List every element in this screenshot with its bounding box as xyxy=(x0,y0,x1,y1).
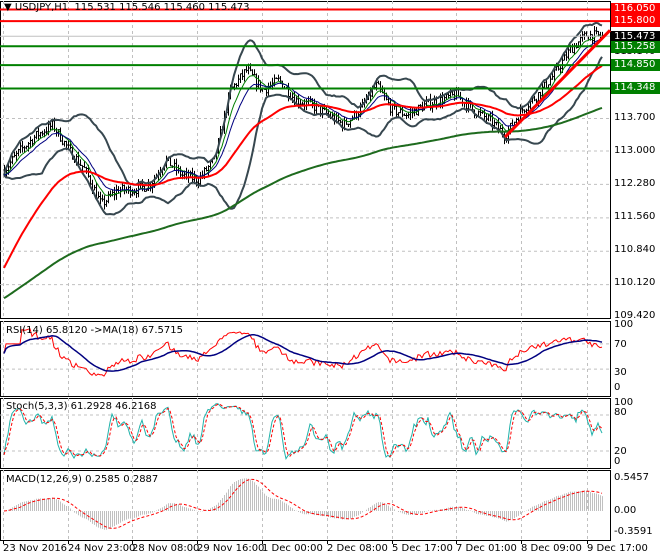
stoch-title: Stoch(5,3,3) 61.2928 46.2168 xyxy=(6,401,157,412)
close-value: 115.473 xyxy=(208,2,250,13)
macd-tick: -0.3591 xyxy=(614,526,653,537)
price-tick: 111.560 xyxy=(614,211,656,222)
rsi-title: RSI(14) 65.8120 ->MA(18) 67.5715 xyxy=(6,325,183,336)
symbol-label: USDJPY,H1 xyxy=(14,2,69,13)
price-tick: 113.700 xyxy=(614,112,656,123)
main-pane-frame xyxy=(0,1,611,319)
time-tick: 1 Dec 00:00 xyxy=(262,543,323,554)
macd-tick: 0.5457 xyxy=(614,472,649,483)
high-value: 115.546 xyxy=(119,2,161,13)
stoch-tick: 0 xyxy=(614,456,621,467)
price-tick: 110.120 xyxy=(614,277,656,288)
time-tick: 5 Dec 17:00 xyxy=(392,543,453,554)
rsi-ma-line xyxy=(3,333,603,372)
time-tick: 23 Nov 2016 xyxy=(3,543,68,554)
macd-title: MACD(12,26,9) 0.2585 0.2887 xyxy=(6,474,159,485)
open-value: 115.531 xyxy=(74,2,116,13)
level-tag-115258: 115.258 xyxy=(611,41,660,53)
time-tick: 7 Dec 01:00 xyxy=(456,543,517,554)
level-tag-114850: 114.850 xyxy=(611,59,660,71)
price-tick: 110.840 xyxy=(614,244,656,255)
time-tick: 29 Nov 16:00 xyxy=(197,543,265,554)
macd-signal-line xyxy=(3,478,603,529)
level-tag-114348: 114.348 xyxy=(611,82,660,94)
time-tick: 8 Dec 09:00 xyxy=(521,543,582,554)
rsi-tick: 0 xyxy=(614,382,621,393)
rsi-tick: 30 xyxy=(614,367,627,378)
low-value: 115.460 xyxy=(163,2,205,13)
time-tick: 9 Dec 17:00 xyxy=(587,543,648,554)
stoch-signal-line xyxy=(3,403,603,458)
rsi-tick: 100 xyxy=(614,319,634,330)
price-tick: 112.280 xyxy=(614,178,656,189)
macd-tick: 0.00 xyxy=(614,505,637,516)
price-tick: 113.000 xyxy=(614,145,656,156)
symbol-header: ▼ USDJPY,H1 115.531 115.546 115.460 115.… xyxy=(4,2,250,13)
time-tick: 28 Nov 08:00 xyxy=(132,543,200,554)
ma-mid-red xyxy=(3,64,603,269)
time-tick: 24 Nov 23:00 xyxy=(68,543,136,554)
level-tag-116050: 116.050 xyxy=(611,3,660,15)
rsi-tick: 70 xyxy=(614,339,627,350)
ma-slow-green xyxy=(3,106,603,300)
stoch-tick: 80 xyxy=(614,407,627,418)
chart-window[interactable]: ▼ USDJPY,H1 115.531 115.546 115.460 115.… xyxy=(0,0,660,560)
level-tag-115800: 115.800 xyxy=(611,15,660,27)
time-tick: 2 Dec 08:00 xyxy=(327,543,388,554)
bollinger-lower xyxy=(3,56,603,216)
